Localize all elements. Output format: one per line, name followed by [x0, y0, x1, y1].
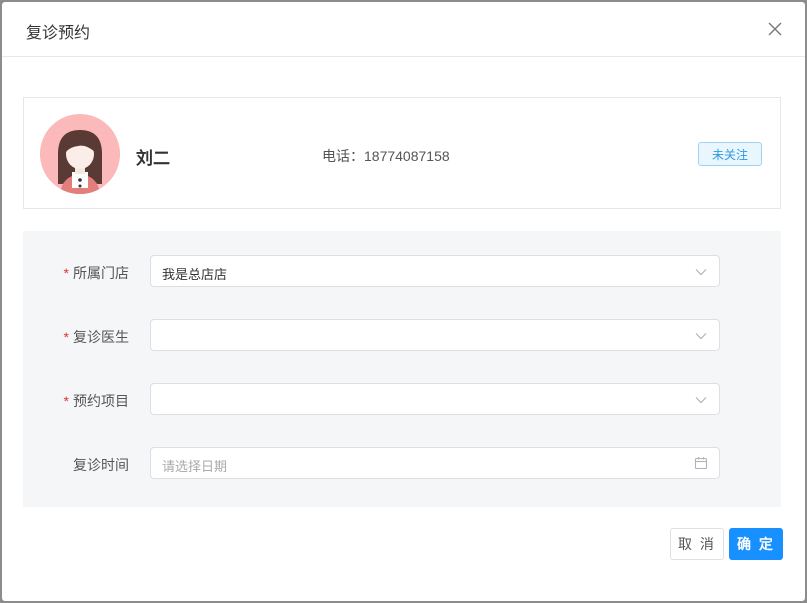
appointment-dialog: 复诊预约 刘二 电话：18774087158 未关注 * 所属门店 我是总店店 … [2, 2, 805, 601]
close-icon[interactable] [767, 21, 783, 37]
patient-name: 刘二 [136, 149, 170, 168]
doctor-select[interactable] [150, 319, 720, 351]
required-mark: * [63, 265, 69, 281]
date-row: 复诊时间 请选择日期 [23, 447, 781, 479]
store-row: * 所属门店 我是总店店 [23, 255, 781, 287]
confirm-button[interactable]: 确 定 [729, 528, 783, 560]
doctor-row: * 复诊医生 [23, 319, 781, 351]
chevron-down-icon [695, 269, 707, 276]
date-picker-placeholder: 请选择日期 [162, 459, 228, 474]
store-label: * 所属门店 [64, 263, 129, 283]
doctor-label: * 复诊医生 [64, 327, 129, 347]
required-mark: * [63, 329, 69, 345]
dialog-header: 复诊预约 [2, 2, 805, 57]
calendar-icon [694, 457, 708, 470]
appointment-form: * 所属门店 我是总店店 * 复诊医生 * 预约项目 复诊时间 请选择日期 [23, 231, 781, 507]
doctor-label-text: 复诊医生 [73, 329, 129, 345]
follow-status-badge[interactable]: 未关注 [698, 142, 762, 166]
chevron-down-icon [695, 333, 707, 340]
dialog-title: 复诊预约 [26, 25, 91, 42]
store-select[interactable]: 我是总店店 [150, 255, 720, 287]
project-row: * 预约项目 [23, 383, 781, 415]
project-label-text: 预约项目 [73, 393, 129, 409]
patient-phone: 电话：18774087158 [322, 146, 450, 166]
phone-label: 电话： [322, 148, 364, 164]
project-label: * 预约项目 [64, 391, 129, 411]
date-picker[interactable]: 请选择日期 [150, 447, 720, 479]
date-label: 复诊时间 [73, 457, 129, 473]
patient-card: 刘二 电话：18774087158 未关注 [23, 97, 781, 209]
store-select-value: 我是总店店 [162, 267, 228, 282]
phone-number: 18774087158 [364, 148, 450, 164]
cancel-button[interactable]: 取 消 [670, 528, 724, 560]
project-select[interactable] [150, 383, 720, 415]
required-mark: * [63, 393, 69, 409]
chevron-down-icon [695, 397, 707, 404]
female-avatar-icon [40, 114, 120, 194]
store-label-text: 所属门店 [73, 265, 129, 281]
